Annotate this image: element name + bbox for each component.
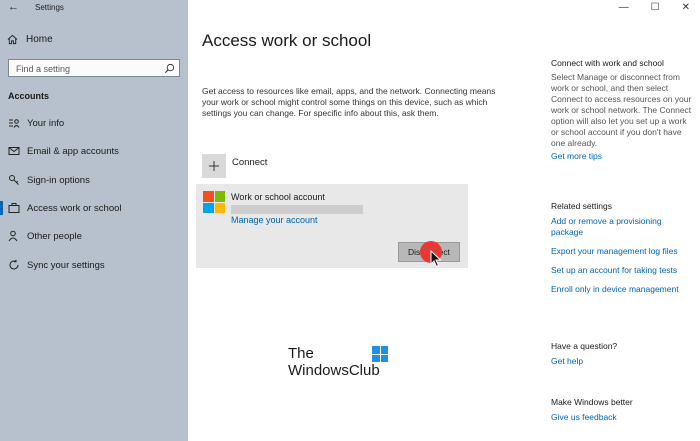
watermark-line1: The bbox=[288, 345, 314, 362]
sidebar-item-your-info[interactable]: Your info bbox=[0, 112, 188, 134]
get-more-tips-link[interactable]: Get more tips bbox=[551, 151, 696, 162]
page-title: Access work or school bbox=[202, 31, 372, 50]
person-card-icon bbox=[8, 117, 20, 129]
search-placeholder: Find a setting bbox=[16, 64, 71, 74]
app-title: Settings bbox=[35, 3, 64, 12]
back-arrow-icon[interactable]: ← bbox=[8, 1, 19, 13]
envelope-icon bbox=[8, 145, 20, 157]
get-help-link[interactable]: Get help bbox=[551, 356, 696, 367]
watermark-line2: WindowsClub bbox=[288, 362, 380, 379]
connect-help-heading: Connect with work and school bbox=[551, 58, 664, 68]
home-label: Home bbox=[26, 34, 53, 45]
sidebar-item-sync-your-settings[interactable]: Sync your settings bbox=[0, 254, 188, 276]
make-windows-better-heading: Make Windows better bbox=[551, 397, 633, 407]
person-add-icon bbox=[8, 230, 20, 242]
sidebar-item-other-people[interactable]: Other people bbox=[0, 225, 188, 247]
search-icon[interactable] bbox=[164, 63, 175, 74]
connect-button[interactable]: Connect bbox=[202, 154, 267, 178]
sidebar-item-home[interactable]: Home bbox=[7, 34, 53, 45]
related-settings-heading: Related settings bbox=[551, 201, 612, 211]
redacted-account-email bbox=[231, 205, 363, 214]
microsoft-logo-icon bbox=[203, 191, 225, 213]
feedback-section: Make Windows better Give us feedback bbox=[551, 397, 696, 423]
sync-icon bbox=[8, 259, 20, 271]
sidebar-item-label: Other people bbox=[27, 230, 82, 242]
sidebar-item-label: Your info bbox=[27, 117, 65, 129]
sidebar-item-label: Email & app accounts bbox=[27, 145, 119, 157]
key-icon bbox=[8, 174, 20, 186]
related-settings-section: Related settings Add or remove a provisi… bbox=[551, 201, 696, 295]
plus-icon bbox=[202, 154, 226, 178]
mouse-cursor-icon bbox=[430, 250, 442, 268]
sidebar-item-email-app-accounts[interactable]: Email & app accounts bbox=[0, 140, 188, 162]
question-section: Have a question? Get help bbox=[551, 341, 696, 367]
give-feedback-link[interactable]: Give us feedback bbox=[551, 412, 696, 423]
connect-label: Connect bbox=[232, 156, 268, 168]
watermark-logo: The WindowsClub bbox=[288, 345, 388, 380]
minimize-icon[interactable]: — bbox=[619, 2, 629, 13]
sidebar-item-access-work-or-school[interactable]: Access work or school bbox=[0, 197, 188, 219]
sidebar-item-label: Sign-in options bbox=[27, 174, 90, 186]
related-link-provisioning[interactable]: Add or remove a provisioning package bbox=[551, 216, 696, 238]
sidebar-item-label: Access work or school bbox=[27, 202, 122, 214]
sidebar: ← Settings Home Find a setting Accounts … bbox=[0, 0, 188, 441]
close-icon[interactable]: ✕ bbox=[682, 2, 690, 13]
maximize-icon[interactable]: ☐ bbox=[651, 2, 660, 13]
connect-help-section: Connect with work and school Select Mana… bbox=[551, 58, 696, 162]
related-link-test-account[interactable]: Set up an account for taking tests bbox=[551, 265, 696, 276]
account-panel[interactable]: Work or school account Manage your accou… bbox=[196, 184, 468, 268]
sidebar-item-sign-in-options[interactable]: Sign-in options bbox=[0, 169, 188, 191]
window-controls: — ☐ ✕ bbox=[619, 2, 690, 13]
page-description: Get access to resources like email, apps… bbox=[202, 86, 496, 118]
search-input[interactable]: Find a setting bbox=[8, 59, 180, 77]
related-link-enroll-device[interactable]: Enroll only in device management bbox=[551, 284, 696, 295]
windows-logo-icon bbox=[372, 346, 388, 362]
question-heading: Have a question? bbox=[551, 341, 618, 351]
section-title-accounts: Accounts bbox=[8, 91, 50, 101]
title-bar: ← Settings bbox=[0, 0, 188, 16]
manage-account-link[interactable]: Manage your account bbox=[231, 215, 318, 225]
briefcase-icon bbox=[8, 202, 20, 214]
sidebar-item-label: Sync your settings bbox=[27, 259, 105, 271]
account-name: Work or school account bbox=[231, 192, 325, 202]
related-link-export-logs[interactable]: Export your management log files bbox=[551, 246, 696, 257]
connect-help-text: Select Manage or disconnect from work or… bbox=[551, 72, 692, 148]
home-icon bbox=[7, 34, 18, 45]
